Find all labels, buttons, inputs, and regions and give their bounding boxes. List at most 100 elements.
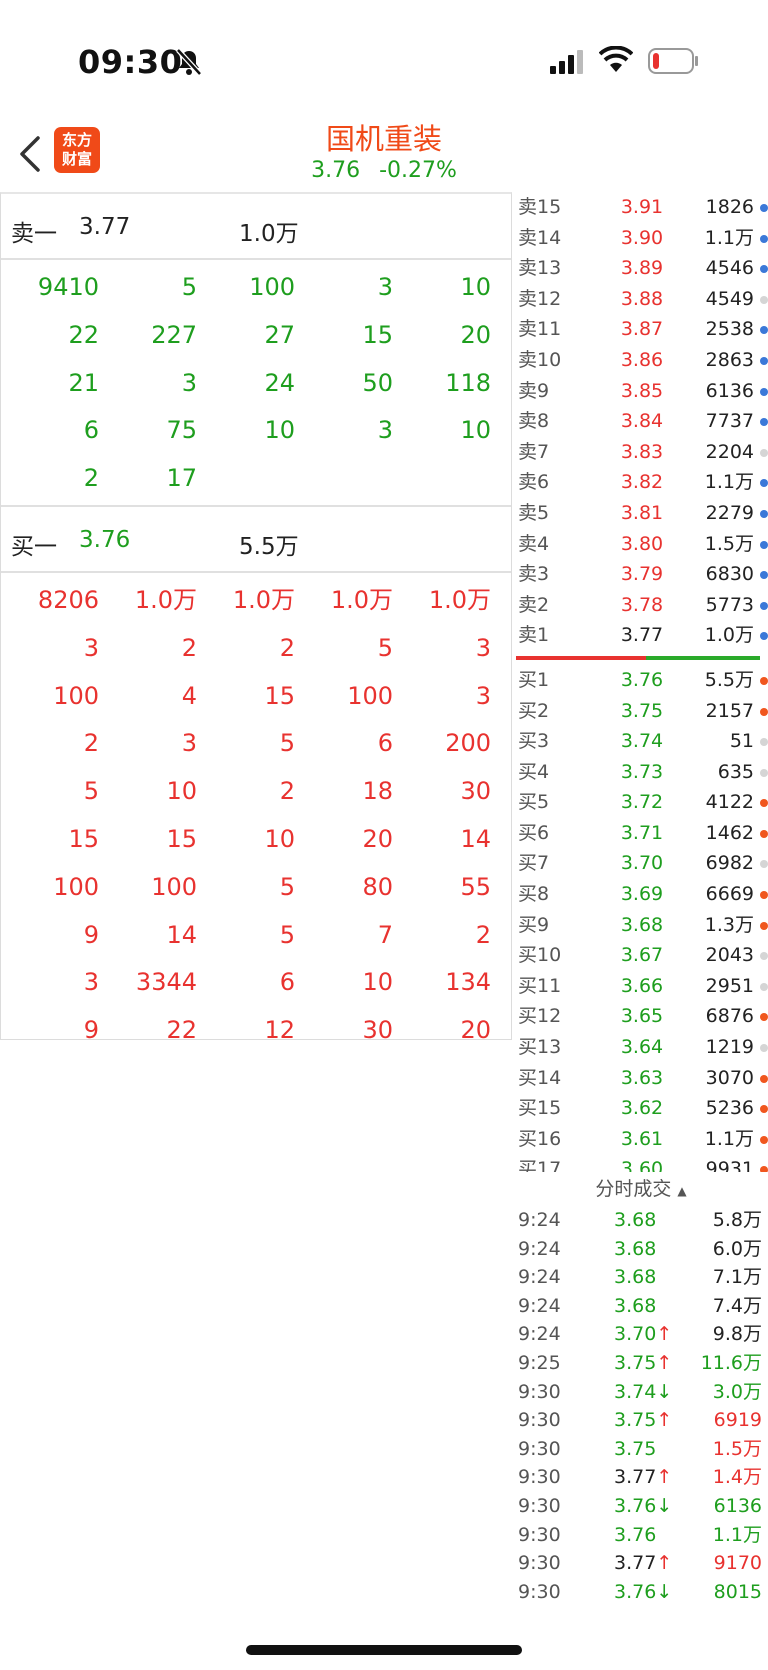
trade-row: 9:30 3.74↓ 3.0万: [514, 1378, 768, 1407]
bell-off-icon: [176, 48, 202, 76]
trade-price-cell: 3.74↓: [614, 1378, 672, 1407]
buy-queue-cell: 15: [166, 824, 197, 853]
bid-level-label: 买4: [518, 760, 550, 783]
tick-trades-header[interactable]: 分时成交 ▲: [514, 1172, 768, 1206]
ask-level-row[interactable]: 卖10 3.86 2863: [514, 345, 768, 376]
ask-level-row[interactable]: 卖8 3.84 7737: [514, 406, 768, 437]
bid-level-row[interactable]: 买7 3.70 6982: [514, 848, 768, 879]
stock-quote: 3.76 -0.27%: [0, 158, 768, 183]
bid-level-row[interactable]: 买13 3.64 1219: [514, 1032, 768, 1063]
bid-level-price: 3.70: [620, 852, 664, 875]
bid-level-row[interactable]: 买2 3.75 2157: [514, 696, 768, 727]
status-dot-icon: [760, 601, 768, 610]
buy-queue-cell: 5: [279, 920, 295, 949]
buy-queue-cell: 2: [279, 777, 295, 806]
sell-queue-cell: 50: [362, 368, 393, 397]
bid-level-row[interactable]: 买11 3.66 2951: [514, 971, 768, 1002]
bid-level-price: 3.64: [620, 1036, 664, 1059]
buy-queue-cell: 2: [475, 920, 491, 949]
buy-queue-cell: 9: [83, 1016, 99, 1045]
sell-queue-cell: 10: [460, 416, 491, 445]
ask-level-row[interactable]: 卖2 3.78 5773: [514, 590, 768, 621]
order-book-list[interactable]: 卖15 3.91 1826 卖14 3.90 1.1万 卖13 3.89 4546 卖12 3.88…: [514, 192, 768, 1172]
bid-level-price: 3.71: [620, 821, 664, 844]
sell1-volume: 1.0万: [239, 221, 299, 247]
buy-queue-cell: 20: [460, 1016, 491, 1045]
bid-level-label: 买3: [518, 730, 550, 753]
buy-queue-cell: 1.0万: [330, 585, 393, 614]
bid-level-label: 买13: [518, 1036, 562, 1059]
ask-level-price: 3.78: [620, 593, 664, 616]
bid-level-row[interactable]: 买1 3.76 5.5万: [514, 665, 768, 696]
trade-time: 9:30: [518, 1466, 561, 1489]
ask-level-row[interactable]: 卖7 3.83 2204: [514, 437, 768, 468]
bid-level-qty: 6982: [705, 852, 754, 875]
trade-price: 3.75: [614, 1437, 657, 1460]
status-dot-icon: [760, 707, 768, 716]
ask-level-row[interactable]: 卖13 3.89 4546: [514, 253, 768, 284]
buy-queue-cell: 5: [83, 777, 99, 806]
bid-level-row[interactable]: 买9 3.68 1.3万: [514, 910, 768, 941]
ask-level-row[interactable]: 卖6 3.82 1.1万: [514, 467, 768, 498]
order-book-panel[interactable]: 卖15 3.91 1826 卖14 3.90 1.1万 卖13 3.89 4546 卖12 3.88…: [514, 192, 768, 1172]
bid-level-label: 买8: [518, 883, 550, 906]
trade-time: 9:30: [518, 1380, 561, 1403]
trade-price: 3.68: [614, 1237, 657, 1260]
bid-level-row[interactable]: 买12 3.65 6876: [514, 1001, 768, 1032]
bid-level-label: 买1: [518, 668, 550, 691]
sell-queue-cell: 100: [249, 273, 295, 301]
buy-queue-cell: 14: [460, 824, 491, 853]
bid-level-row[interactable]: 买10 3.67 2043: [514, 940, 768, 971]
bid-level-row[interactable]: 买15 3.62 5236: [514, 1093, 768, 1124]
bid-level-qty: 5236: [705, 1097, 754, 1120]
trade-row: 9:30 3.75 1.5万: [514, 1435, 768, 1464]
bid-level-row[interactable]: 买3 3.74 51: [514, 726, 768, 757]
bid-level-label: 买6: [518, 821, 550, 844]
sell-queue-cell: 6: [83, 416, 99, 445]
ask-level-row[interactable]: 卖9 3.85 6136: [514, 376, 768, 407]
bid-level-row[interactable]: 买14 3.63 3070: [514, 1063, 768, 1094]
ask-level-row[interactable]: 卖15 3.91 1826: [514, 192, 768, 223]
buy-queue-cell: 7: [377, 920, 393, 949]
trade-time: 9:25: [518, 1351, 561, 1374]
trade-price-cell: 3.68: [614, 1235, 672, 1264]
ask-level-qty: 2204: [705, 440, 754, 463]
status-dot-icon: [760, 326, 768, 335]
sell-queue-cell: 227: [151, 320, 197, 349]
order-queue-panel: 卖一 3.77 1.0万 9410 5 100 3 10 22 227 27 15 20 21 3 24…: [0, 192, 512, 1044]
ask-level-row[interactable]: 卖12 3.88 4549: [514, 284, 768, 315]
ask-level-row[interactable]: 卖5 3.81 2279: [514, 498, 768, 529]
ask-level-row[interactable]: 卖4 3.80 1.5万: [514, 529, 768, 560]
buy-queue-cell: 14: [166, 920, 197, 949]
bid-level-row[interactable]: 买4 3.73 635: [514, 757, 768, 788]
trade-time: 9:24: [518, 1266, 561, 1289]
bid-level-qty: 3070: [705, 1066, 754, 1089]
status-dot-icon: [760, 921, 768, 930]
bid-level-row[interactable]: 买6 3.71 1462: [514, 818, 768, 849]
home-indicator[interactable]: [246, 1645, 522, 1655]
buy1-label: 买一: [11, 533, 57, 560]
bid-level-label: 买16: [518, 1127, 562, 1150]
trade-price-cell: 3.68: [614, 1206, 672, 1235]
ask-level-row[interactable]: 卖11 3.87 2538: [514, 314, 768, 345]
buy-queue-cell: 100: [347, 681, 393, 710]
sell-queue-cell: 15: [362, 320, 393, 349]
bid-level-row[interactable]: 买8 3.69 6669: [514, 879, 768, 910]
sell-queue-cell: 17: [166, 464, 197, 493]
stock-change: -0.27%: [379, 158, 457, 183]
bid-level-qty: 9931: [705, 1158, 754, 1172]
buy-queue-cell: 12: [264, 1016, 295, 1045]
trade-price: 3.77: [614, 1552, 657, 1575]
trade-volume: 6919: [713, 1409, 762, 1432]
ask-level-row[interactable]: 卖14 3.90 1.1万: [514, 223, 768, 254]
bid-level-price: 3.68: [620, 913, 664, 936]
trade-time: 9:24: [518, 1294, 561, 1317]
bid-level-row[interactable]: 买16 3.61 1.1万: [514, 1124, 768, 1155]
sell-queue-grid: 9410 5 100 3 10 22 227 27 15 20 21 3 24 50 118 6 75 10 3 10…: [1, 260, 511, 507]
trade-volume: 9170: [713, 1552, 762, 1575]
ask-level-label: 卖11: [518, 318, 562, 341]
ask-level-row[interactable]: 卖1 3.77 1.0万: [514, 620, 768, 651]
ask-level-row[interactable]: 卖3 3.79 6830: [514, 559, 768, 590]
bid-level-row[interactable]: 买5 3.72 4122: [514, 787, 768, 818]
bid-level-row[interactable]: 买17 3.60 9931: [514, 1154, 768, 1172]
